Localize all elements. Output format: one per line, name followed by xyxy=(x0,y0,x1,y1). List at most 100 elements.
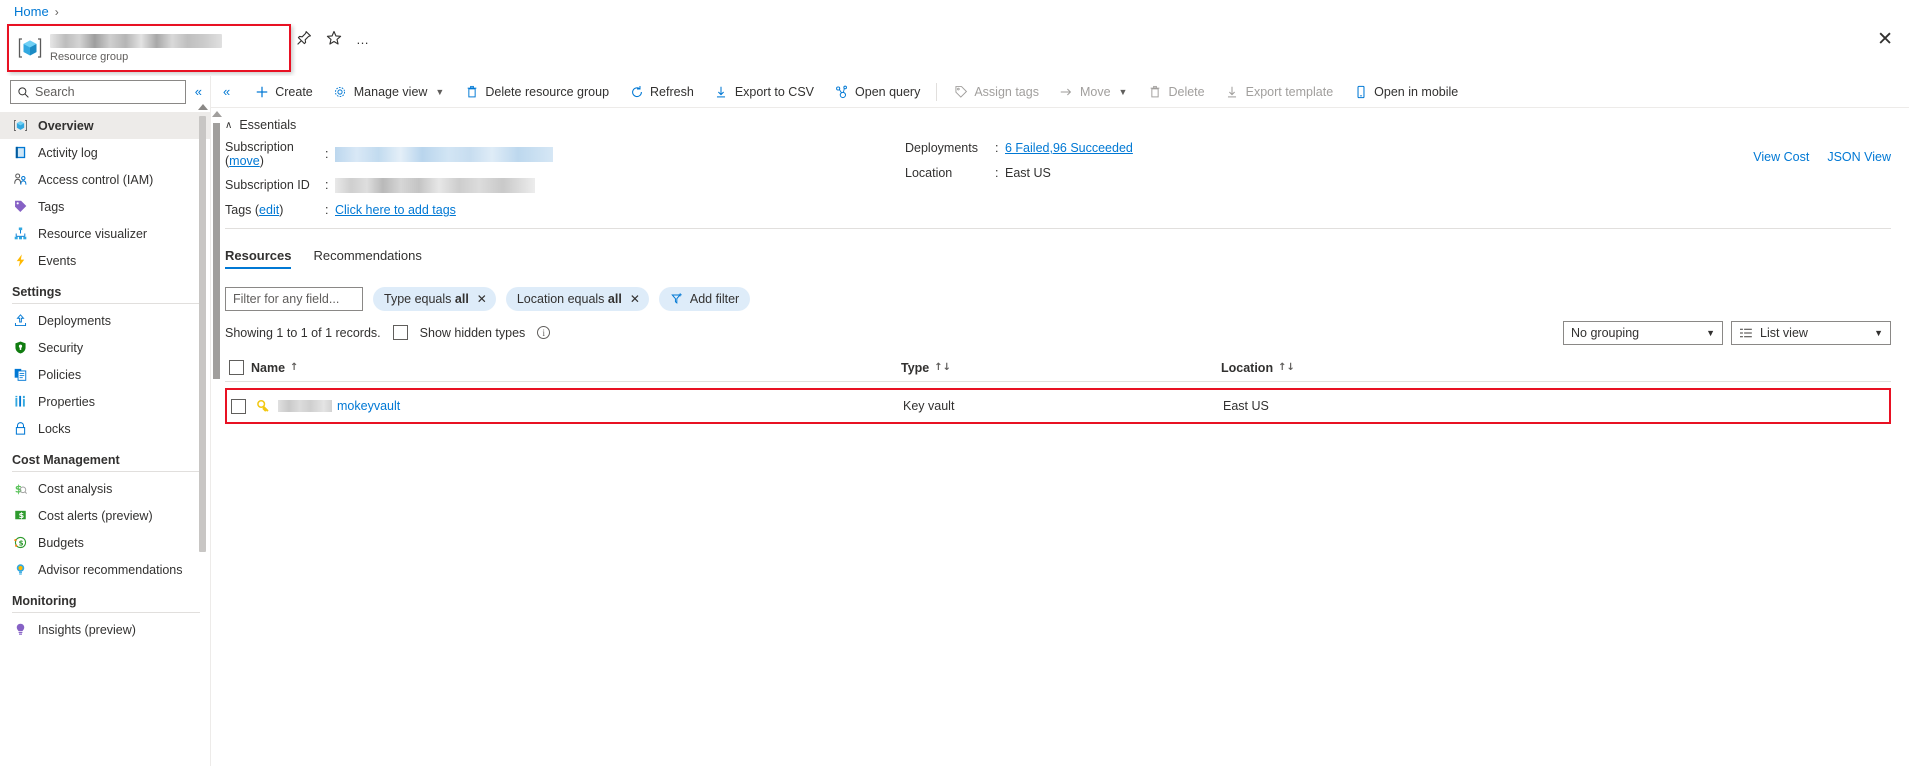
sidebar-item-label: Locks xyxy=(38,421,71,436)
sidebar-item-overview[interactable]: Overview xyxy=(0,112,210,139)
sidebar-search-wrap: « xyxy=(0,76,210,110)
tab-list: Resources Recommendations xyxy=(225,241,1909,269)
records-count-text: Showing 1 to 1 of 1 records. xyxy=(225,325,381,340)
sidebar-item-resource-visualizer[interactable]: Resource visualizer xyxy=(0,220,210,247)
tab-resources[interactable]: Resources xyxy=(225,248,292,269)
refresh-button[interactable]: Refresh xyxy=(619,76,704,108)
view-value: List view xyxy=(1760,325,1808,340)
favorite-star-icon[interactable] xyxy=(326,30,342,48)
select-all-checkbox-cell xyxy=(225,360,251,375)
info-icon[interactable]: i xyxy=(537,326,551,339)
column-header-name[interactable]: Name ↑ xyxy=(251,361,901,375)
scrollbar-thumb[interactable] xyxy=(199,116,206,552)
deployments-label: Deployments xyxy=(905,141,978,155)
breadcrumb-home-link[interactable]: Home xyxy=(14,4,49,19)
cost-alerts-icon: $ xyxy=(12,508,28,524)
filter-input[interactable] xyxy=(225,287,363,311)
deployments-link[interactable]: 6 Failed,96 Succeeded xyxy=(1005,141,1133,155)
query-icon xyxy=(834,84,849,99)
chevron-down-icon: ▼ xyxy=(1118,86,1128,97)
resource-name-link[interactable]: mokeyvault xyxy=(337,399,400,413)
table-row[interactable]: mokeyvault Key vault East US xyxy=(227,390,1889,422)
filter-chip-type[interactable]: Type equals all ✕ xyxy=(373,287,496,311)
pin-icon[interactable] xyxy=(296,30,312,48)
subscription-move-link[interactable]: move xyxy=(229,154,260,168)
close-icon[interactable]: ✕ xyxy=(630,293,640,305)
essentials-toggle[interactable]: ∧ Essentials xyxy=(225,118,1909,132)
sidebar-item-tags[interactable]: Tags xyxy=(0,193,210,220)
tags-edit-link[interactable]: edit xyxy=(259,203,279,217)
button-label: Assign tags xyxy=(974,84,1039,99)
grouping-select[interactable]: No grouping ▼ xyxy=(1563,320,1723,345)
add-filter-label: Add filter xyxy=(689,292,740,306)
json-view-link[interactable]: JSON View xyxy=(1827,150,1891,164)
view-cost-link[interactable]: View Cost xyxy=(1753,150,1809,164)
sidebar-item-insights[interactable]: Insights (preview) xyxy=(0,616,210,643)
essentials-deployments-row: Deployments : 6 Failed,96 Succeeded xyxy=(905,140,1505,156)
more-options-icon[interactable]: … xyxy=(356,33,369,46)
open-in-mobile-button[interactable]: Open in mobile xyxy=(1343,76,1468,108)
view-select[interactable]: List view ▼ xyxy=(1731,320,1891,345)
view-controls: No grouping ▼ List view ▼ xyxy=(1563,320,1891,345)
chip-label: Type equals all xyxy=(384,292,469,306)
close-icon[interactable]: ✕ xyxy=(477,293,487,305)
toolbar-collapse-icon[interactable]: « xyxy=(223,84,230,99)
view-select-left: List view xyxy=(1739,326,1808,340)
filter-chip-location[interactable]: Location equals all ✕ xyxy=(505,287,649,311)
sidebar-item-label: Resource visualizer xyxy=(38,226,148,241)
search-input[interactable] xyxy=(35,85,175,99)
sidebar-item-activity-log[interactable]: Activity log xyxy=(0,139,210,166)
sidebar-item-deployments[interactable]: Deployments xyxy=(0,307,210,334)
sidebar-item-label: Access control (IAM) xyxy=(38,172,154,187)
show-hidden-types-checkbox[interactable] xyxy=(392,325,408,340)
close-icon[interactable]: ✕ xyxy=(1877,30,1893,49)
cell-name: mokeyvault xyxy=(253,398,903,414)
resources-table: Name ↑ Type ↑↓ Location ↑↓ mokeyvault Ke… xyxy=(225,354,1891,424)
tags-label-text: Tags ( xyxy=(225,203,260,217)
row-checkbox[interactable] xyxy=(231,398,246,414)
colon: : xyxy=(325,147,329,161)
sidebar-item-cost-analysis[interactable]: $ Cost analysis xyxy=(0,475,210,502)
lock-icon xyxy=(12,421,28,437)
sidebar-item-properties[interactable]: Properties xyxy=(0,388,210,415)
sidebar-collapse-icon[interactable]: « xyxy=(195,84,202,99)
main-content: « Create Manage view ▼ Delete resource g… xyxy=(211,76,1909,766)
column-header-location[interactable]: Location ↑↓ xyxy=(1221,361,1891,375)
sidebar-item-events[interactable]: Events xyxy=(0,247,210,274)
manage-view-button[interactable]: Manage view ▼ xyxy=(323,76,455,108)
sidebar-item-budgets[interactable]: $ Budgets xyxy=(0,529,210,556)
divider xyxy=(12,471,200,472)
export-to-csv-button[interactable]: Export to CSV xyxy=(704,76,824,108)
sidebar-item-label: Advisor recommendations xyxy=(38,562,183,577)
download-icon xyxy=(1225,84,1240,99)
sidebar-item-access-control[interactable]: Access control (IAM) xyxy=(0,166,210,193)
sidebar-item-security[interactable]: Security xyxy=(0,334,210,361)
delete-resource-group-button[interactable]: Delete resource group xyxy=(454,76,619,108)
cell-type: Key vault xyxy=(903,399,955,413)
scroll-up-arrow-icon[interactable] xyxy=(198,104,208,110)
subscription-id-label: Subscription ID xyxy=(225,178,310,192)
button-label: Create xyxy=(275,84,313,99)
select-all-checkbox[interactable] xyxy=(229,360,244,375)
sidebar-scrollbar[interactable] xyxy=(198,104,208,576)
sidebar-item-advisor-recommendations[interactable]: Advisor recommendations xyxy=(0,556,210,583)
open-query-button[interactable]: Open query xyxy=(824,76,930,108)
sidebar-item-label: Overview xyxy=(38,118,94,133)
resource-group-name-redacted xyxy=(50,33,222,48)
essentials-tags-row: Tags (edit) : Click here to add tags xyxy=(225,202,905,218)
sidebar-item-policies[interactable]: Policies xyxy=(0,361,210,388)
create-button[interactable]: Create xyxy=(244,76,323,108)
overview-body: ∧ Essentials Subscription (move) : Subsc… xyxy=(211,108,1909,424)
sidebar-search-box[interactable] xyxy=(10,80,186,104)
essentials-location-row: Location : East US xyxy=(905,165,1505,181)
search-icon xyxy=(18,86,29,98)
tab-recommendations[interactable]: Recommendations xyxy=(313,248,421,269)
sidebar-item-locks[interactable]: Locks xyxy=(0,415,210,442)
arrow-right-icon xyxy=(1059,84,1074,99)
deployments-icon xyxy=(12,313,28,329)
sidebar-item-cost-alerts[interactable]: $ Cost alerts (preview) xyxy=(0,502,210,529)
column-header-type[interactable]: Type ↑↓ xyxy=(901,361,1221,375)
divider xyxy=(225,228,1891,229)
add-tags-link[interactable]: Click here to add tags xyxy=(335,203,456,217)
add-filter-button[interactable]: Add filter xyxy=(658,287,751,311)
